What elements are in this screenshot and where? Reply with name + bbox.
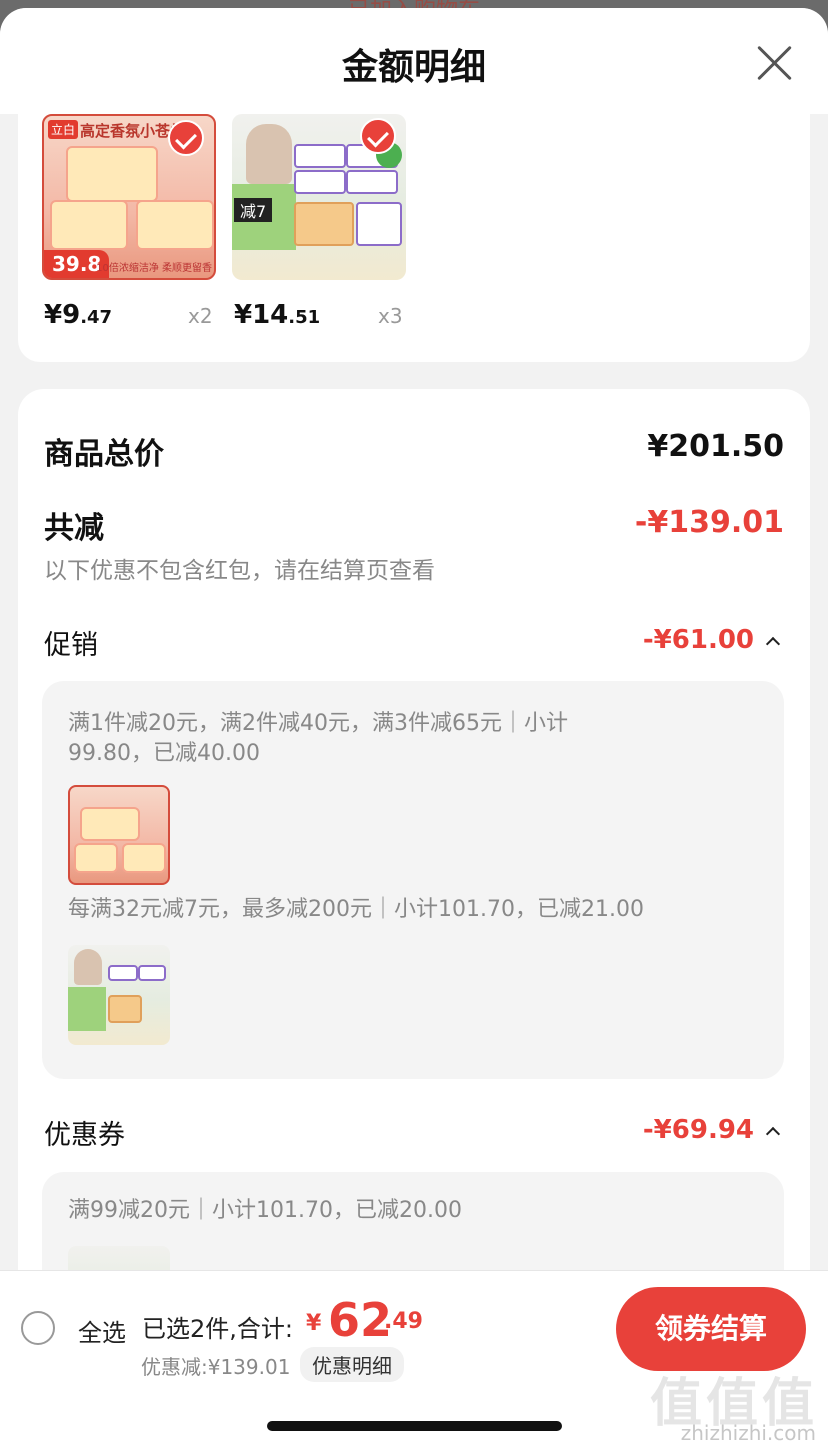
sheet-header: 金额明细 — [0, 8, 828, 114]
chevron-up-icon[interactable] — [765, 636, 781, 652]
selected-count-text: 已选2件,合计: — [142, 1315, 293, 1343]
product-item[interactable]: 立白 高定香氛小苍兰 39.8 10倍浓缩洁净 柔顺更留香 ¥9.47 x2 — [42, 114, 232, 330]
checked-icon[interactable] — [360, 118, 396, 154]
sheet-title: 金额明细 — [341, 47, 486, 88]
tissue-pack — [294, 170, 346, 194]
watermark-url: zhizhizhi.com — [680, 1421, 816, 1442]
promo-detail-box: 满1件减20元，满2件减40元，满3件减65元｜小计 99.80，已减40.00… — [42, 681, 784, 1079]
tissue-pack — [108, 965, 138, 981]
promo-label[interactable]: 促销 — [44, 623, 98, 662]
tissue-pack — [138, 965, 166, 981]
product-quantity: x2 — [188, 304, 213, 328]
product-box — [74, 843, 118, 873]
price-integer: ¥9 — [44, 300, 81, 330]
select-all-label[interactable]: 全选 — [78, 1313, 126, 1348]
select-all-radio[interactable] — [21, 1311, 55, 1345]
discount-label: 共减 — [44, 511, 104, 546]
coupon-rule-line: 满99减20元｜小计101.70，已减20.00 — [68, 1198, 462, 1223]
close-icon[interactable] — [754, 42, 794, 82]
discount-value: -¥139.01 — [634, 505, 784, 540]
promo-product-thumb — [68, 785, 170, 885]
product-box — [122, 843, 166, 873]
product-image[interactable]: 减7 — [232, 114, 406, 280]
product-price: ¥14.51 — [234, 300, 320, 330]
discount-note: 以下优惠不包含红包，请在结算页查看 — [44, 558, 435, 584]
promo-value[interactable]: -¥61.00 — [643, 625, 754, 655]
tissue-pack — [356, 202, 402, 246]
promo-chip: 减7 — [234, 198, 273, 222]
tissue-pack — [346, 170, 398, 194]
promo-product-thumb — [68, 945, 170, 1045]
coupon-value[interactable]: -¥69.94 — [643, 1115, 754, 1145]
promo-rule-line: 99.80，已减40.00 — [68, 741, 260, 766]
discount-summary: 优惠减:¥139.01 — [141, 1355, 291, 1379]
total-currency: ¥ — [306, 1311, 322, 1336]
price-decimal: .51 — [288, 307, 321, 328]
amount-detail-sheet: 金额明细 立白 高定香氛小苍兰 39.8 10倍浓缩洁净 柔顺更留香 ¥9.47… — [0, 8, 828, 1442]
model-photo — [246, 124, 292, 184]
price-integer: ¥14 — [234, 300, 289, 330]
chevron-up-icon[interactable] — [765, 1126, 781, 1142]
total-integer: 62 — [328, 1293, 393, 1347]
promo-rule-line: 每满32元减7元，最多减200元｜小计101.70，已减21.00 — [68, 897, 644, 922]
product-image[interactable]: 立白 高定香氛小苍兰 39.8 10倍浓缩洁净 柔顺更留香 — [42, 114, 216, 280]
product-price: ¥9.47 — [44, 300, 112, 330]
tissue-pack — [294, 202, 354, 246]
price-decimal: .47 — [80, 307, 113, 328]
product-box — [80, 807, 140, 841]
tissue-pack — [294, 144, 346, 168]
total-decimal: .49 — [384, 1309, 423, 1334]
home-indicator[interactable] — [267, 1421, 562, 1431]
brand-logo: 立白 — [48, 120, 79, 139]
total-value: ¥201.50 — [647, 429, 784, 464]
discount-detail-link[interactable]: 优惠明细 — [300, 1347, 404, 1382]
checkout-button[interactable]: 领券结算 — [616, 1287, 806, 1371]
model-photo — [74, 949, 102, 985]
product-box — [66, 146, 158, 202]
product-box — [136, 200, 214, 250]
thumb-footer-text: 10倍浓缩洁净 柔顺更留香 — [96, 263, 212, 274]
product-quantity: x3 — [378, 304, 403, 328]
total-label: 商品总价 — [44, 437, 164, 472]
promo-banner — [68, 987, 106, 1031]
coupon-label[interactable]: 优惠券 — [44, 1113, 125, 1152]
product-item[interactable]: 减7 ¥14.51 x3 — [232, 114, 422, 330]
tissue-pack — [108, 995, 142, 1023]
promo-rule-line: 满1件减20元，满2件减40元，满3件减65元｜小计 — [68, 711, 568, 736]
checked-icon[interactable] — [168, 120, 204, 156]
checkout-bar: 全选 已选2件,合计: ¥ 62 .49 优惠减:¥139.01 优惠明细 领券… — [0, 1270, 828, 1442]
selected-products-card: 立白 高定香氛小苍兰 39.8 10倍浓缩洁净 柔顺更留香 ¥9.47 x2 减… — [18, 106, 810, 362]
product-box — [50, 200, 128, 250]
